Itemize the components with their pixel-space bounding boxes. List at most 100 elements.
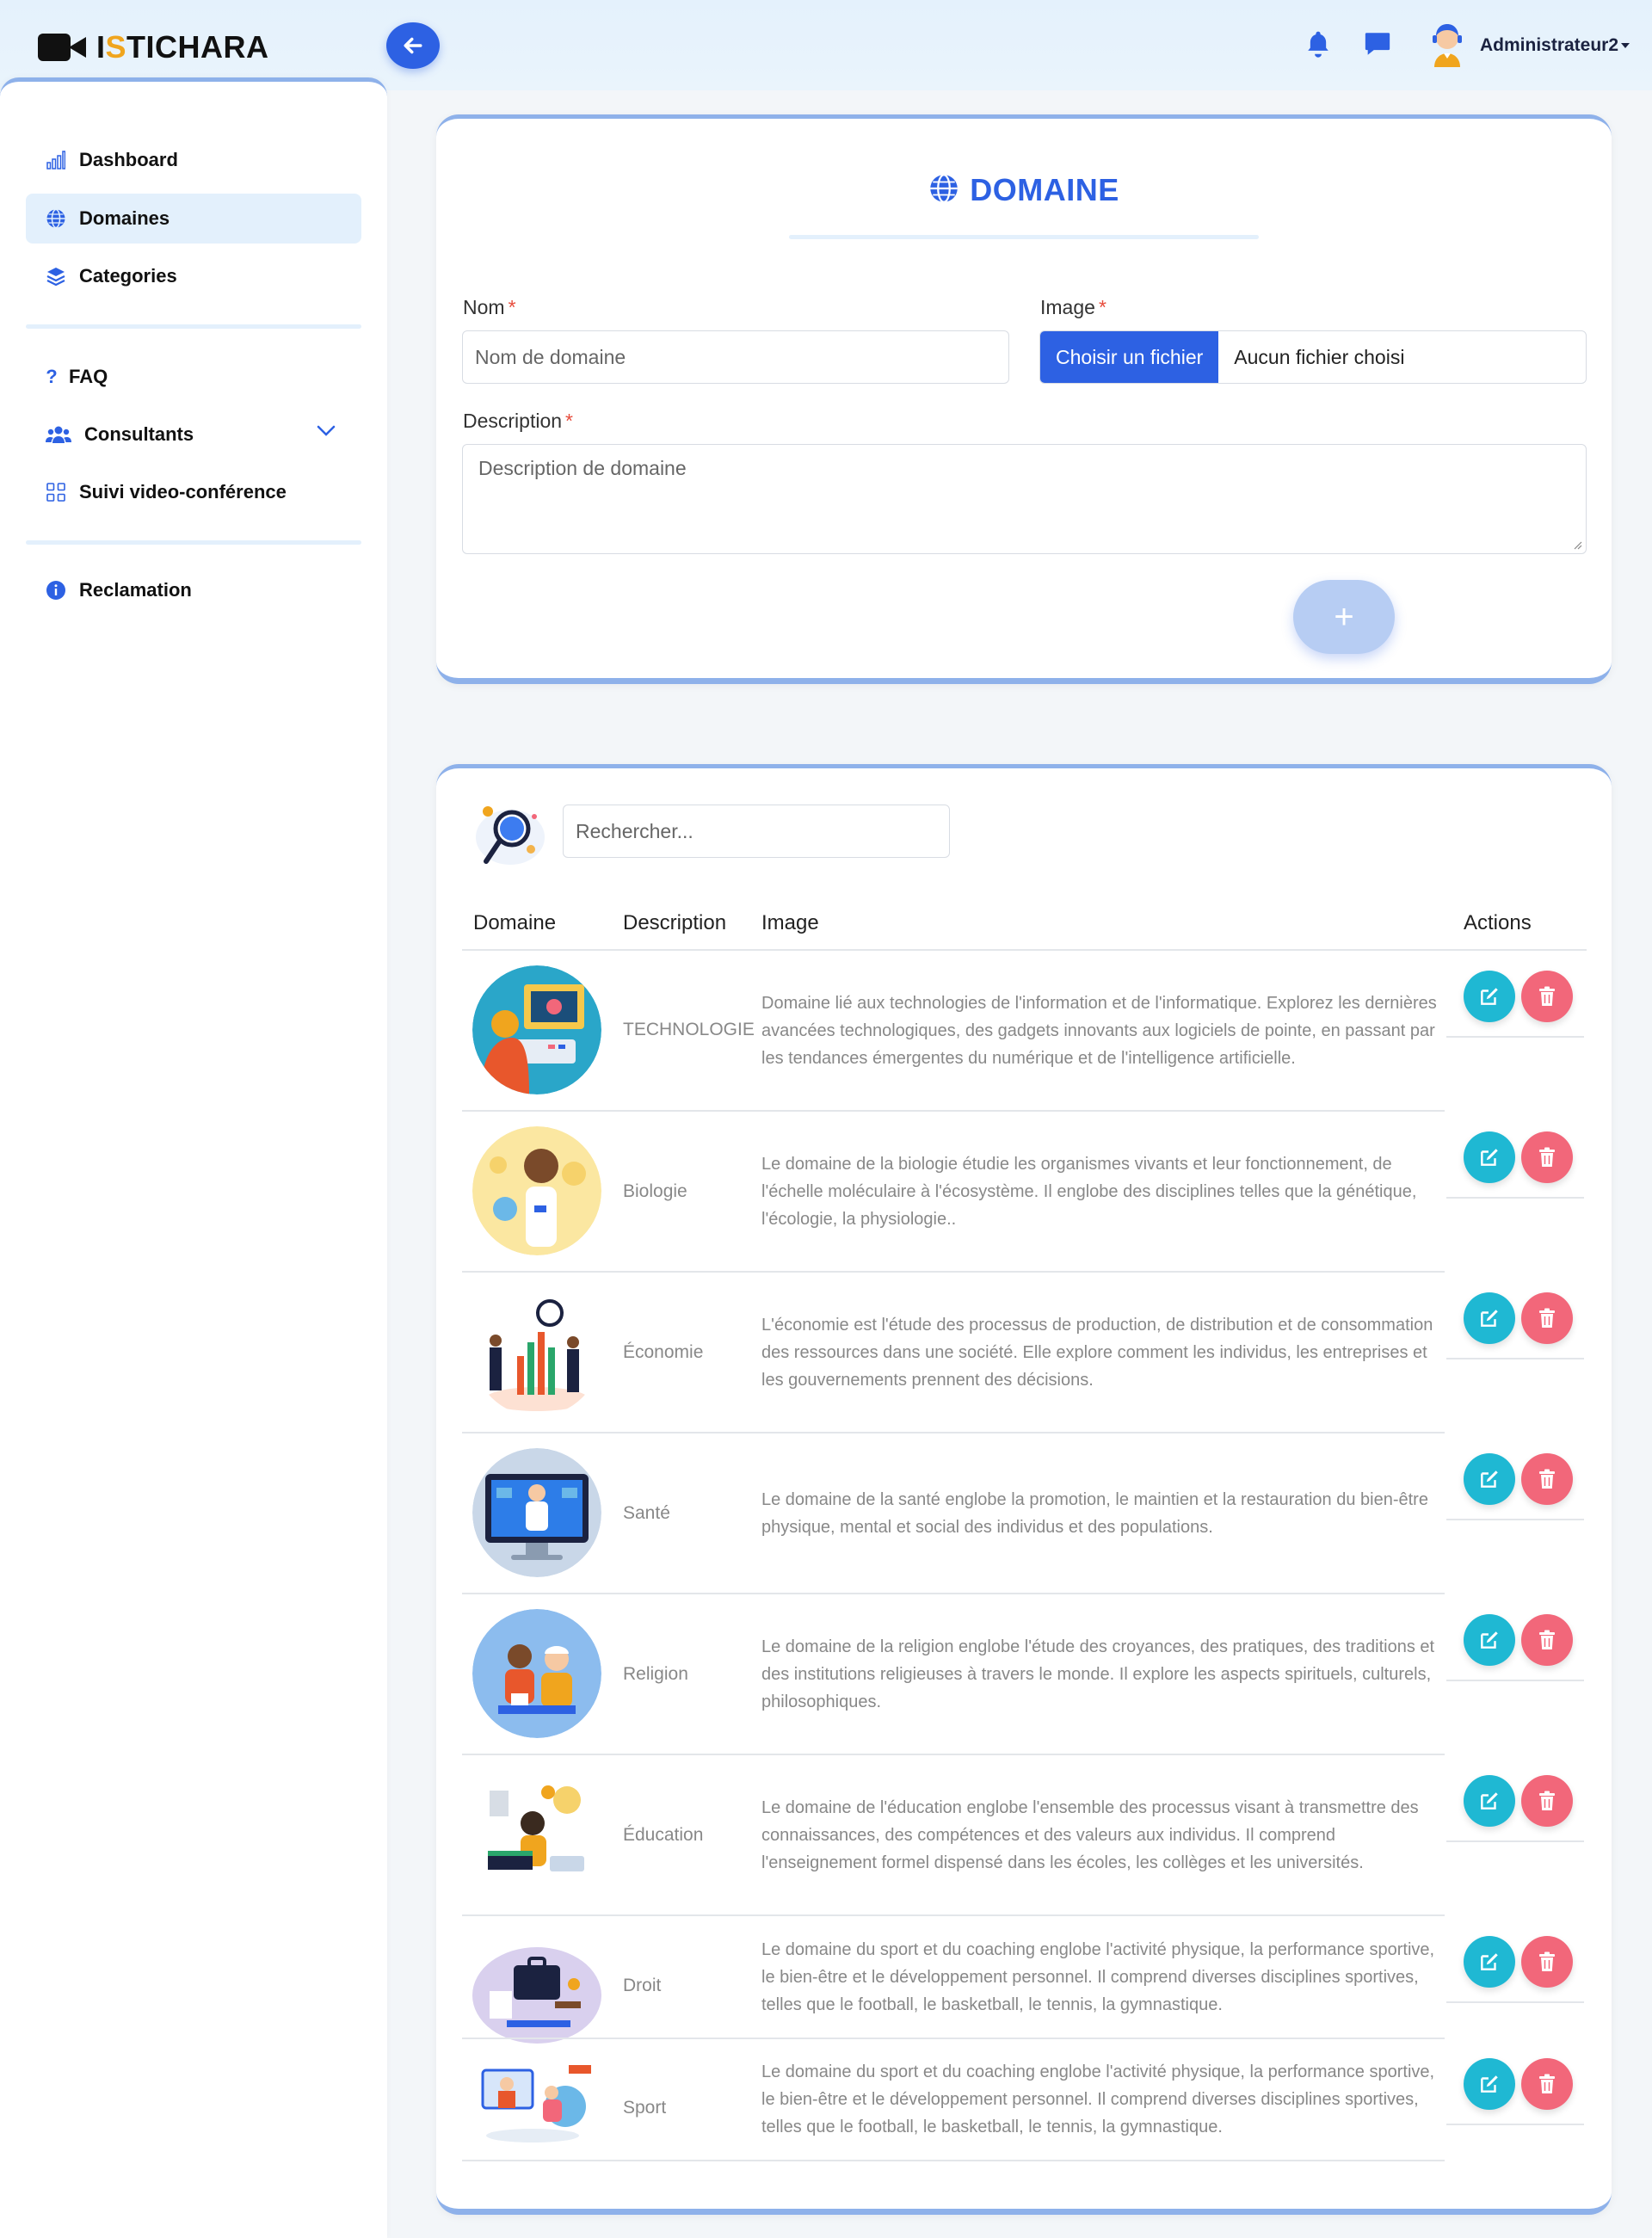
edit-icon [1481, 988, 1498, 1005]
row-divider [462, 1754, 1445, 1755]
edit-icon [1481, 2075, 1498, 2093]
trash-icon [1539, 1791, 1555, 1810]
image-file-input[interactable]: Choisir un fichier Aucun fichier choisi [1039, 330, 1587, 384]
row-divider [462, 1110, 1445, 1112]
edit-button[interactable] [1464, 1614, 1515, 1666]
domain-image-education [472, 1770, 601, 1899]
action-divider [1446, 1197, 1584, 1199]
row-divider [462, 2038, 1445, 2039]
choose-file-button[interactable]: Choisir un fichier [1040, 331, 1219, 383]
edit-icon [1481, 1470, 1498, 1488]
delete-button[interactable] [1521, 1775, 1573, 1827]
sidebar-item-label: Consultants [84, 423, 194, 445]
row-divider [462, 1914, 1445, 1916]
sidebar-item-dashboard[interactable]: Dashboard [26, 135, 361, 185]
edit-button[interactable] [1464, 971, 1515, 1022]
domains-table-card: Rechercher... Domaine Description Image … [436, 764, 1612, 2215]
search-input[interactable]: Rechercher... [563, 805, 950, 858]
row-divider [462, 1593, 1445, 1594]
domain-name: Sport [623, 2098, 667, 2118]
image-label: Image * [1040, 296, 1106, 318]
description-label: Description * [463, 410, 573, 432]
grid-icon [45, 481, 67, 503]
domain-image-religion [472, 1609, 601, 1738]
column-header-image: Image [761, 911, 819, 934]
bar-chart-icon [45, 149, 67, 171]
column-header-domaine: Domaine [473, 911, 557, 934]
domain-description: L'économie est l'étude des processus de … [761, 1316, 1433, 1390]
trash-icon [1539, 1630, 1555, 1649]
trash-icon [1539, 986, 1555, 1006]
domain-description: Le domaine de la religion englobe l'étud… [761, 1637, 1435, 1711]
users-icon [45, 423, 72, 446]
domain-description: Le domaine de l'éducation englobe l'ense… [761, 1798, 1419, 1872]
avatar[interactable] [1427, 21, 1467, 67]
bell-icon[interactable] [1304, 29, 1332, 63]
trash-icon [1539, 1147, 1555, 1167]
message-icon[interactable] [1363, 29, 1392, 63]
domain-image-technologie [472, 965, 601, 1094]
sidebar-item-label: FAQ [69, 366, 108, 387]
row-divider [462, 1432, 1445, 1433]
sidebar-item-categories[interactable]: Categories [26, 251, 361, 301]
edit-button[interactable] [1464, 1936, 1515, 1988]
resize-handle-icon[interactable] [1572, 539, 1582, 550]
arrow-left-icon [404, 37, 422, 54]
action-divider [1446, 1358, 1584, 1359]
chevron-down-icon[interactable] [317, 425, 336, 441]
delete-button[interactable] [1521, 971, 1573, 1022]
globe-icon [45, 207, 67, 230]
domain-image-droit [472, 1931, 601, 2060]
column-header-actions: Actions [1464, 911, 1532, 934]
sidebar-item-domaines[interactable]: Domaines [26, 194, 361, 244]
sidebar-item-faq[interactable]: ? FAQ [26, 352, 361, 402]
delete-button[interactable] [1521, 1614, 1573, 1666]
sidebar-item-consultants[interactable]: Consultants [26, 410, 361, 459]
delete-button[interactable] [1521, 1131, 1573, 1183]
description-textarea[interactable]: Description de domaine [462, 444, 1587, 554]
delete-button[interactable] [1521, 2058, 1573, 2110]
action-divider [1446, 1519, 1584, 1520]
collapse-sidebar-button[interactable] [386, 22, 440, 69]
info-circle-icon [45, 579, 67, 601]
edit-button[interactable] [1464, 1131, 1515, 1183]
domain-description: Domaine lié aux technologies de l'inform… [761, 994, 1437, 1068]
globe-icon [928, 173, 959, 212]
sidebar-item-suivi-video-conference[interactable]: Suivi video-conférence [26, 467, 361, 517]
trash-icon [1539, 1469, 1555, 1489]
app-logo-text: ISTICHARA [96, 29, 269, 65]
action-divider [1446, 2124, 1584, 2125]
sidebar: Dashboard Domaines Categories ? FAQ Cons… [0, 77, 387, 2238]
edit-button[interactable] [1464, 2058, 1515, 2110]
edit-button[interactable] [1464, 1775, 1515, 1827]
domain-name: Santé [623, 1503, 670, 1523]
domain-name: TECHNOLOGIE [623, 1020, 755, 1039]
action-divider [1446, 1840, 1584, 1842]
delete-button[interactable] [1521, 1453, 1573, 1505]
trash-icon [1539, 1308, 1555, 1328]
edit-button[interactable] [1464, 1292, 1515, 1344]
sidebar-item-label: Reclamation [79, 579, 192, 601]
domain-image-biologie [472, 1126, 601, 1255]
domain-name: Économie [623, 1342, 704, 1362]
edit-icon [1481, 1631, 1498, 1649]
delete-button[interactable] [1521, 1936, 1573, 1988]
search-illustration-icon [472, 799, 548, 868]
domain-image-sante [472, 1448, 601, 1577]
trash-icon [1539, 1951, 1555, 1971]
user-menu-toggle[interactable]: Administrateur2 [1480, 35, 1618, 56]
delete-button[interactable] [1521, 1292, 1573, 1344]
caret-down-icon[interactable] [1621, 43, 1630, 48]
sidebar-item-label: Categories [79, 265, 177, 287]
domain-image-economie [472, 1287, 601, 1416]
sidebar-item-label: Suivi video-conférence [79, 481, 287, 502]
domain-description: Le domaine de la biologie étudie les org… [761, 1155, 1417, 1229]
name-input[interactable]: Nom de domaine [462, 330, 1009, 384]
domain-description: Le domaine du sport et du coaching englo… [761, 1940, 1435, 2014]
add-domain-button[interactable]: + [1293, 580, 1395, 654]
app-logo[interactable]: ISTICHARA [38, 29, 269, 65]
sidebar-item-reclamation[interactable]: Reclamation [26, 565, 361, 615]
edit-icon [1481, 1310, 1498, 1327]
sidebar-item-label: Domaines [79, 207, 170, 229]
edit-button[interactable] [1464, 1453, 1515, 1505]
